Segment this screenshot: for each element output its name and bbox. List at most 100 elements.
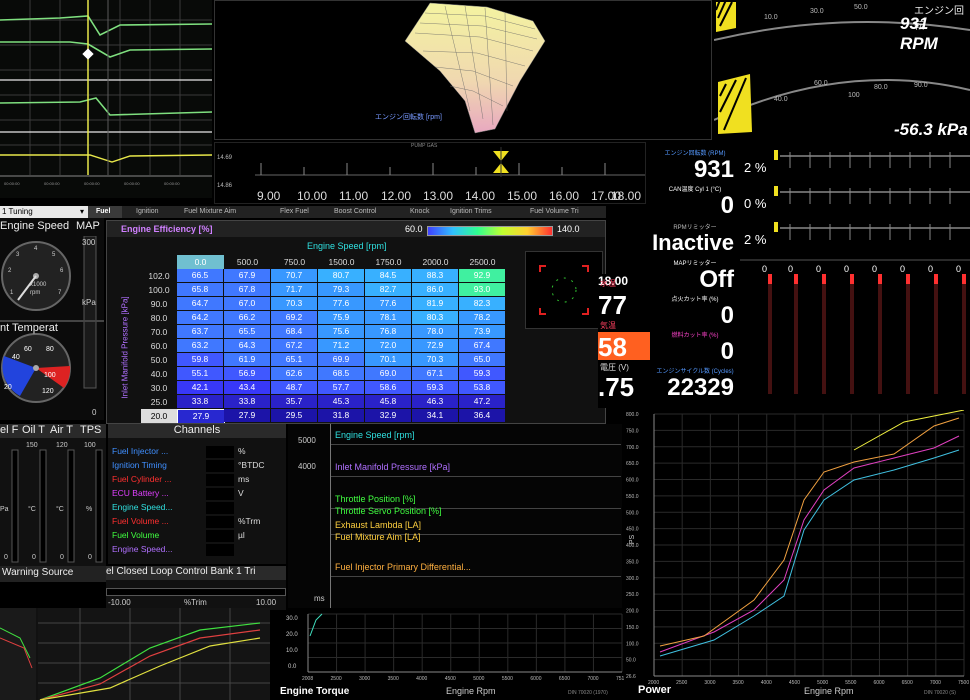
table-cell[interactable]: 57.7 (318, 381, 364, 394)
table-cell[interactable]: 33.8 (177, 395, 223, 408)
table-cell[interactable]: 93.0 (459, 283, 505, 296)
tab-flex-fuel[interactable]: Flex Fuel (280, 206, 309, 218)
table-cell[interactable]: 31.8 (318, 409, 364, 422)
channel-item[interactable]: Fuel Cylinder ... (112, 474, 172, 484)
table-cell[interactable]: 61.9 (224, 353, 270, 366)
table-cell[interactable]: 64.3 (224, 339, 270, 352)
table-cell[interactable]: 65.0 (459, 353, 505, 366)
table-cell[interactable]: 75.6 (318, 325, 364, 338)
table-cell[interactable]: 82.7 (365, 283, 411, 296)
table-cell[interactable]: 29.5 (271, 409, 317, 422)
table-cell[interactable]: 76.8 (365, 325, 411, 338)
channel-item[interactable]: ECU Battery ... (112, 488, 169, 498)
table-cell[interactable]: 72.0 (365, 339, 411, 352)
table-cell[interactable]: 58.6 (365, 381, 411, 394)
table-cell[interactable]: 42.1 (177, 381, 223, 394)
table-cell[interactable]: 27.9 (177, 409, 225, 423)
table-cell[interactable]: 68.5 (318, 367, 364, 380)
table-cell[interactable]: 80.3 (412, 311, 458, 324)
table-cell[interactable]: 81.9 (412, 297, 458, 310)
table-cell[interactable]: 55.1 (177, 367, 223, 380)
3d-fuel-map[interactable]: エンジン回転数 [rpm] (214, 0, 712, 140)
table-cell[interactable]: 45.8 (365, 395, 411, 408)
table-cell[interactable]: 77.6 (318, 297, 364, 310)
table-cell[interactable]: 62.6 (271, 367, 317, 380)
logger-channel[interactable]: Exhaust Lambda [LA] (335, 520, 421, 530)
table-cell[interactable]: 84.5 (365, 269, 411, 282)
logger-channel[interactable]: Fuel Injector Primary Differential... (335, 562, 471, 572)
table-cell[interactable]: 48.7 (271, 381, 317, 394)
table-cell[interactable]: 47.2 (459, 395, 505, 408)
table-cell[interactable]: 75.9 (318, 311, 364, 324)
table-cell[interactable]: 80.7 (318, 269, 364, 282)
table-cell[interactable]: 67.8 (224, 283, 270, 296)
table-cell[interactable]: 59.3 (459, 367, 505, 380)
table-cell[interactable]: 67.9 (224, 269, 270, 282)
logger-channel[interactable]: Engine Speed [rpm] (335, 430, 415, 440)
channel-item[interactable]: Fuel Injector ... (112, 446, 168, 456)
table-cell[interactable]: 69.0 (365, 367, 411, 380)
table-cell[interactable]: 71.2 (318, 339, 364, 352)
table-cell[interactable]: 78.0 (412, 325, 458, 338)
table-cell[interactable]: 63.7 (177, 325, 223, 338)
channel-item[interactable]: Ignition Timing (112, 460, 167, 470)
channel-item[interactable]: Fuel Volume ... (112, 516, 169, 526)
data-logger[interactable]: 5000 4000 ms Engine Speed [rpm] Inlet Man… (288, 424, 622, 608)
table-cell[interactable]: 69.9 (318, 353, 364, 366)
table-cell[interactable]: 70.3 (412, 353, 458, 366)
tab-boost-control[interactable]: Boost Control (334, 206, 376, 218)
table-cell[interactable]: 35.7 (271, 395, 317, 408)
table-cell[interactable]: 63.2 (177, 339, 223, 352)
table-cell[interactable]: 64.7 (177, 297, 223, 310)
table-cell[interactable]: 56.9 (224, 367, 270, 380)
table-cell[interactable]: 77.6 (365, 297, 411, 310)
tab-ignition-trims[interactable]: Ignition Trims (450, 206, 492, 218)
table-cell[interactable]: 34.1 (412, 409, 458, 422)
table-cell[interactable]: 88.3 (412, 269, 458, 282)
table-grid[interactable]: 0.0 500.0 750.0 1500.0 1750.0 2000.0 2500.0 102… (141, 255, 511, 423)
table-cell[interactable]: 86.0 (412, 283, 458, 296)
tuning-select[interactable]: 1 Tuning ▾ (0, 206, 88, 218)
table-cell[interactable]: 70.1 (365, 353, 411, 366)
tab-fuel[interactable]: Fuel (88, 206, 122, 218)
tab-ignition[interactable]: Ignition (136, 206, 159, 218)
table-cell[interactable]: 68.4 (271, 325, 317, 338)
tab-fuel-volume-trims[interactable]: Fuel Volume Tri (530, 206, 579, 218)
table-cell[interactable]: 82.3 (459, 297, 505, 310)
table-cell[interactable]: 33.8 (224, 395, 270, 408)
table-cell[interactable]: 43.4 (224, 381, 270, 394)
table-cell[interactable]: 69.2 (271, 311, 317, 324)
channels-list[interactable]: Fuel Injector ...% Ignition Timing °BTDC Fu… (108, 446, 286, 564)
table-cell[interactable]: 67.4 (459, 339, 505, 352)
table-cell[interactable]: 53.8 (459, 381, 505, 394)
table-cell[interactable]: 92.9 (459, 269, 505, 282)
channel-item[interactable]: Engine Speed... (112, 502, 173, 512)
tab-fuel-mixture-aim[interactable]: Fuel Mixture Aim (184, 206, 236, 218)
table-cell[interactable]: 46.3 (412, 395, 458, 408)
table-cell[interactable]: 27.9 (224, 409, 270, 422)
tab-knock[interactable]: Knock (410, 206, 429, 218)
table-cell[interactable]: 70.3 (271, 297, 317, 310)
table-cell[interactable]: 65.8 (177, 283, 223, 296)
table-cell[interactable]: 65.5 (224, 325, 270, 338)
table-cell[interactable]: 45.3 (318, 395, 364, 408)
table-cell[interactable]: 65.1 (271, 353, 317, 366)
table-cell[interactable]: 79.3 (318, 283, 364, 296)
table-cell[interactable]: 73.9 (459, 325, 505, 338)
table-cell[interactable]: 64.2 (177, 311, 223, 324)
logger-channel[interactable]: Throttle Servo Position [%] (335, 506, 442, 516)
channel-item[interactable]: Fuel Volume (112, 530, 159, 540)
table-cell[interactable]: 78.2 (459, 311, 505, 324)
table-cell[interactable]: 36.4 (459, 409, 505, 422)
table-cell[interactable]: 59.3 (412, 381, 458, 394)
table-cell[interactable]: 66.2 (224, 311, 270, 324)
table-cell[interactable]: 67.2 (271, 339, 317, 352)
table-cell[interactable]: 66.5 (177, 269, 223, 282)
logger-channel[interactable]: Throttle Position [%] (335, 494, 416, 504)
table-cell[interactable]: 71.7 (271, 283, 317, 296)
channel-item[interactable]: Engine Speed... (112, 544, 173, 554)
table-cell[interactable]: 70.7 (271, 269, 317, 282)
logger-channel[interactable]: Fuel Mixture Aim [LA] (335, 532, 421, 542)
table-cell[interactable]: 72.9 (412, 339, 458, 352)
table-cell[interactable]: 67.1 (412, 367, 458, 380)
